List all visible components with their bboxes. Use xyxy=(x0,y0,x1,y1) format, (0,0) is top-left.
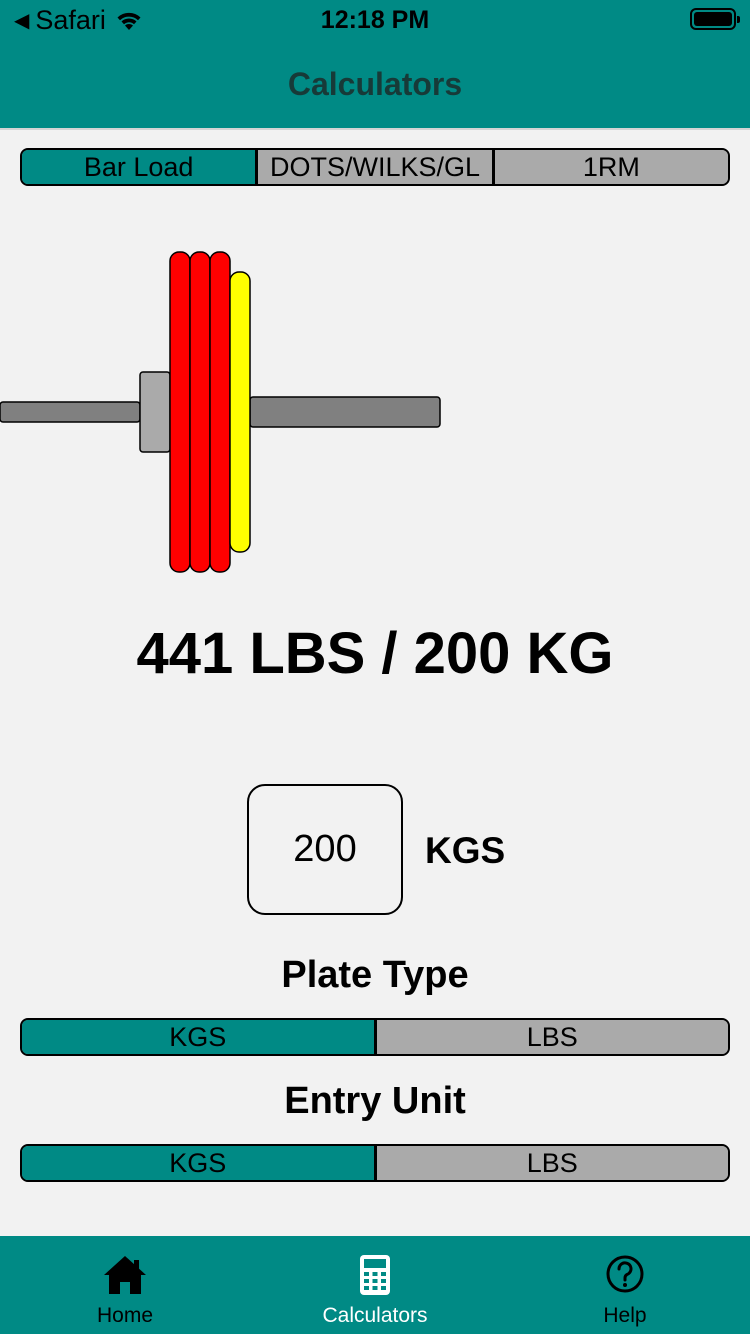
tab-dots-wilks-gl[interactable]: DOTS/WILKS/GL xyxy=(255,150,492,184)
page-title: Calculators xyxy=(287,66,463,102)
entry-unit-kgs[interactable]: KGS xyxy=(22,1146,374,1180)
header-divider xyxy=(0,128,750,130)
plate-type-label: Plate Type xyxy=(281,954,469,996)
battery-icon xyxy=(690,8,740,30)
barbell-diagram xyxy=(0,251,441,573)
help-icon xyxy=(606,1255,644,1293)
navigation-header: ◀ Safari 12:18 PM Calculators xyxy=(0,0,750,128)
tab-bar-load[interactable]: Bar Load xyxy=(22,150,256,184)
calculator-mode-segmented-control: Bar Load DOTS/WILKS/GL 1RM xyxy=(20,148,730,186)
plate-red-2 xyxy=(189,251,211,573)
home-icon xyxy=(104,1256,146,1294)
calculator-icon xyxy=(360,1255,390,1295)
plate-red-1 xyxy=(169,251,191,573)
bar-collar xyxy=(139,371,171,453)
bar-shaft-left xyxy=(0,401,141,423)
weight-input[interactable]: 200 xyxy=(247,784,403,915)
entry-unit-segmented-control: KGS LBS xyxy=(20,1144,730,1182)
status-time: 12:18 PM xyxy=(320,6,430,34)
entry-unit-lbs[interactable]: LBS xyxy=(373,1146,728,1180)
tab-calculators-label: Calculators xyxy=(322,1304,428,1327)
tab-calculators[interactable]: Calculators xyxy=(250,1236,500,1334)
plate-type-lbs[interactable]: LBS xyxy=(373,1020,728,1054)
plate-type-kgs[interactable]: KGS xyxy=(22,1020,374,1054)
bottom-tab-bar: Home Calculators Help xyxy=(0,1236,750,1334)
plate-type-segmented-control: KGS LBS xyxy=(20,1018,730,1056)
weight-unit-label: KGS xyxy=(425,830,506,871)
tab-help[interactable]: Help xyxy=(500,1236,750,1334)
tab-1rm[interactable]: 1RM xyxy=(491,150,728,184)
entry-unit-label: Entry Unit xyxy=(284,1080,466,1122)
tab-help-label: Help xyxy=(603,1304,647,1327)
plate-red-3 xyxy=(209,251,231,573)
bar-sleeve xyxy=(249,396,441,428)
tab-home[interactable]: Home xyxy=(0,1236,250,1334)
total-weight-readout: 441 LBS / 200 KG xyxy=(136,621,614,686)
plate-yellow-1 xyxy=(229,271,251,553)
status-bar: ◀ Safari 12:18 PM xyxy=(0,0,750,40)
tab-home-label: Home xyxy=(96,1304,154,1327)
